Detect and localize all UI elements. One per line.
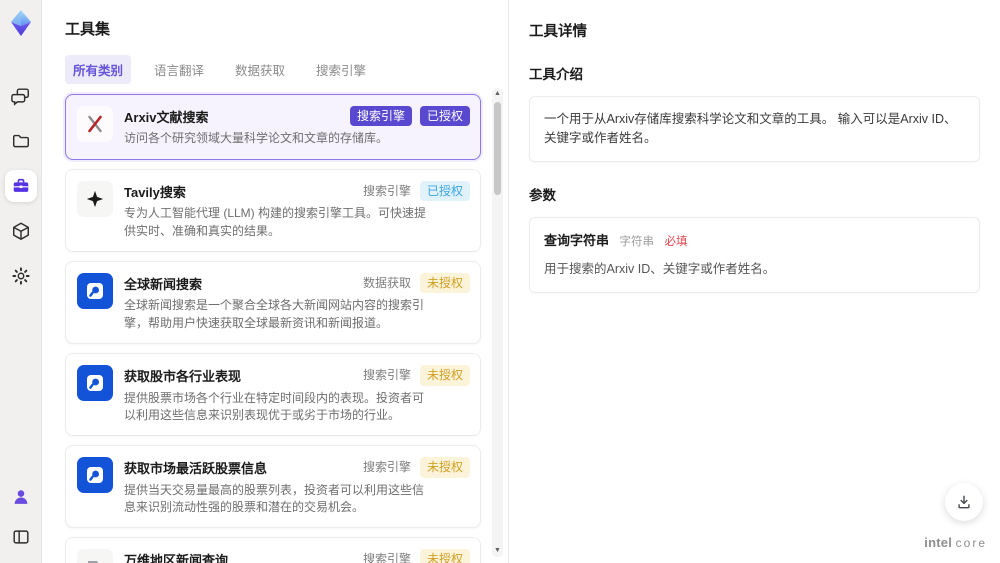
tool-card-regional-news[interactable]: 万维地区新闻查询 搜索引擎 未授权 查询具体行政区划内的新闻，快速了解各地新闻动 — [65, 537, 481, 563]
gear-icon — [11, 267, 30, 285]
category-tabs: 所有类别 语言翻译 数据获取 搜索引擎 — [65, 55, 508, 84]
tool-description: 全球新闻搜索是一个聚合全球各大新闻网站内容的搜索引擎，帮助用户快速获取全球最新资… — [124, 298, 425, 330]
auth-badge: 已授权 — [419, 180, 470, 202]
tab-language-translation[interactable]: 语言翻译 — [146, 55, 212, 84]
app-window: 工具集 所有类别 语言翻译 数据获取 搜索引擎 Arxiv文献搜索 搜索引擎 已… — [0, 0, 1000, 563]
scrollbar-thumb[interactable] — [494, 102, 501, 195]
tool-card-tavily[interactable]: Tavily搜索 搜索引擎 已授权 专为人工智能代理 (LLM) 构建的搜索引擎… — [65, 168, 481, 252]
tool-name: 获取市场最活跃股票信息 — [124, 461, 268, 477]
scroll-down-arrow[interactable]: ▼ — [492, 546, 503, 556]
auth-badge: 未授权 — [419, 272, 470, 294]
tab-data-fetching[interactable]: 数据获取 — [227, 55, 293, 84]
category-badge: 搜索引擎 — [349, 106, 412, 127]
sidebar-item-settings[interactable] — [5, 260, 37, 292]
param-name: 查询字符串 — [544, 232, 610, 248]
tool-name: 获取股市各行业表现 — [124, 369, 242, 385]
toolbox-icon — [13, 178, 28, 192]
tab-all-categories[interactable]: 所有类别 — [65, 55, 132, 84]
gem-logo-icon — [10, 10, 31, 36]
page-title: 工具集 — [65, 21, 111, 38]
category-badge: 搜索引擎 — [362, 460, 411, 475]
tool-name: Tavily搜索 — [124, 184, 186, 200]
folder-icon — [12, 134, 29, 148]
param-required-badge: 必填 — [664, 235, 688, 248]
panel-toggle-icon — [12, 530, 29, 544]
category-badge: 搜索引擎 — [362, 552, 411, 563]
tool-list-scrollbar[interactable]: ▲ ▼ — [492, 88, 503, 557]
scroll-up-arrow[interactable]: ▲ — [492, 89, 503, 99]
tool-description: 访问各个研究领域大量科学论文和文章的存储库。 — [124, 131, 389, 146]
tool-list: Arxiv文献搜索 搜索引擎 已授权 访问各个研究领域大量科学论文和文章的存储库… — [65, 94, 481, 563]
sidebar-bottom — [5, 481, 37, 553]
intro-heading: 工具介绍 — [529, 67, 583, 82]
cube-icon — [12, 222, 29, 240]
tool-name: 万维地区新闻查询 — [124, 553, 229, 563]
tool-card-global-news[interactable]: 全球新闻搜索 数据获取 未授权 全球新闻搜索是一个聚合全球各大新闻网站内容的搜索… — [65, 260, 481, 345]
tool-description: 提供当天交易量最高的股票列表，投资者可以利用这些信息来识别流动性强的股票和潜在的… — [124, 482, 425, 515]
sidebar — [0, 0, 42, 563]
user-avatar-icon — [14, 490, 27, 504]
tool-card-arxiv[interactable]: Arxiv文献搜索 搜索引擎 已授权 访问各个研究领域大量科学论文和文章的存储库… — [65, 94, 481, 160]
blue-search-icon — [77, 365, 113, 402]
download-button[interactable] — [945, 483, 983, 521]
details-panel: 工具详情 工具介绍 一个用于从Arxiv存储库搜索科学论文和文章的工具。 输入可… — [508, 0, 1000, 563]
panel-toggle-button[interactable] — [5, 521, 37, 553]
download-icon — [958, 495, 970, 509]
category-badge: 搜索引擎 — [362, 368, 411, 383]
category-badge: 搜索引擎 — [362, 183, 411, 198]
sidebar-item-toolbox[interactable] — [4, 170, 37, 202]
auth-badge: 未授权 — [419, 365, 470, 386]
details-title: 工具详情 — [529, 24, 587, 40]
tab-search-engine[interactable]: 搜索引擎 — [308, 55, 374, 84]
tool-description: 专为人工智能代理 (LLM) 构建的搜索引擎工具。可快速提供实时、准确和真实的结… — [124, 206, 427, 238]
app-logo[interactable] — [6, 8, 36, 38]
tool-description: 提供股票市场各个行业在特定时间段内的表现。投资者可以利用这些信息来识别表现优于或… — [124, 390, 425, 422]
chat-icon — [10, 88, 29, 106]
auth-badge: 已授权 — [419, 106, 470, 127]
params-heading: 参数 — [529, 187, 556, 203]
tool-name: 全球新闻搜索 — [124, 276, 203, 292]
tavily-sparkle-icon — [77, 180, 113, 217]
sidebar-item-packages[interactable] — [5, 215, 37, 247]
tool-name: Arxiv文献搜索 — [124, 110, 209, 125]
auth-badge: 未授权 — [419, 549, 470, 563]
tools-panel: 工具集 所有类别 语言翻译 数据获取 搜索引擎 Arxiv文献搜索 搜索引擎 已… — [42, 0, 508, 563]
user-profile-button[interactable] — [5, 481, 37, 513]
news-building-icon — [77, 549, 113, 563]
tool-card-stock-sectors[interactable]: 获取股市各行业表现 搜索引擎 未授权 提供股票市场各个行业在特定时间段内的表现。… — [65, 353, 481, 437]
tool-card-active-stocks[interactable]: 获取市场最活跃股票信息 搜索引擎 未授权 提供当天交易量最高的股票列表，投资者可… — [65, 445, 481, 529]
intro-text-box: 一个用于从Arxiv存储库搜索科学论文和文章的工具。 输入可以是Arxiv ID… — [529, 96, 980, 162]
param-description: 用于搜索的Arxiv ID、关键字或作者姓名。 — [544, 261, 776, 276]
category-badge: 数据获取 — [362, 275, 411, 290]
sidebar-item-chat[interactable] — [5, 80, 37, 112]
intel-core-logo: intel core — [924, 535, 987, 550]
blue-search-icon — [77, 457, 113, 494]
auth-badge: 未授权 — [419, 457, 470, 478]
param-type: 字符串 — [619, 235, 655, 248]
sidebar-item-files[interactable] — [5, 125, 37, 157]
arxiv-icon — [77, 106, 113, 142]
blue-search-icon — [77, 272, 113, 309]
param-box: 查询字符串 字符串 必填 用于搜索的Arxiv ID、关键字或作者姓名。 — [529, 216, 980, 293]
